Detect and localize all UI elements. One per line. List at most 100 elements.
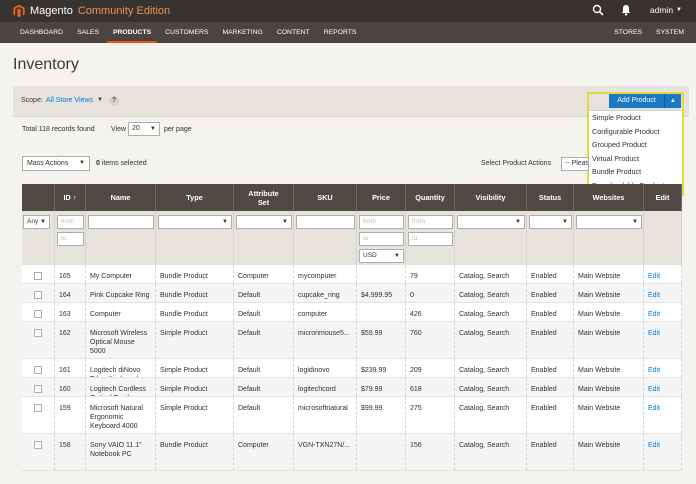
filter-set-cell: ▼ [234,211,294,265]
filter-type-select[interactable]: ▼ [158,215,232,229]
nav-customers[interactable]: CUSTOMERS [159,22,214,43]
col-id[interactable]: ID ↑ [55,184,86,211]
cell-id: 158 [55,434,86,470]
table-row[interactable]: 159 Microsoft Natural Ergonomic Keyboard … [22,397,682,434]
filter-currency-select[interactable]: USD ▼ [359,249,404,263]
col-name[interactable]: Name [86,184,156,211]
search-icon[interactable] [592,4,604,16]
per-page-select[interactable]: 20 ▼ [128,122,160,136]
mass-actions-select[interactable]: Mass Actions ▼ [22,156,90,171]
row-checkbox-cell [22,378,55,396]
col-websites[interactable]: Websites [574,184,644,211]
filter-id-from[interactable]: from [57,215,84,229]
table-row[interactable]: 160Logitech Cordless Optical TrackmanSim… [22,378,682,397]
arrow-up-icon: ↑ [72,193,77,202]
col-quantity[interactable]: Quantity [406,184,455,211]
add-simple-product[interactable]: Simple Product [589,111,682,125]
cell-attribute-set: Computer [234,265,294,283]
row-checkbox[interactable] [34,291,42,299]
filter-qty-to[interactable]: to [408,232,453,246]
filter-id-to[interactable]: to [57,232,84,246]
edit-link[interactable]: Edit [648,367,660,374]
filter-name-input[interactable] [88,215,154,229]
add-product-split-toggle[interactable]: ▲ [664,94,681,108]
notifications-bell-icon[interactable] [620,4,632,16]
chevron-down-icon[interactable]: ▼ [97,97,103,103]
add-grouped-product[interactable]: Grouped Product [589,138,682,152]
page-title: Inventory [13,56,79,73]
table-row[interactable]: 158 Sony VAIO 11.1" Notebook PC Bundle Pro… [22,434,682,471]
row-checkbox[interactable] [34,272,42,280]
col-visibility[interactable]: Visibility [455,184,527,211]
edit-link[interactable]: Edit [648,292,660,299]
col-attribute-set[interactable]: Attribute Set [234,184,294,211]
add-product-button[interactable]: Add Product [609,94,664,108]
row-checkbox[interactable] [34,329,42,337]
row-checkbox[interactable] [34,310,42,318]
filter-qty-cell: from to [406,211,455,265]
cell-price: $239.99 [357,359,406,377]
per-page-label: per page [164,126,192,133]
cell-price: $59.99 [357,322,406,358]
row-checkbox[interactable] [34,404,42,412]
cell-visibility: Catalog, Search [455,359,527,377]
edit-link[interactable]: Edit [648,386,660,393]
filter-any-select[interactable]: Any ▼ [23,215,50,229]
edit-link[interactable]: Edit [648,442,660,449]
col-sku[interactable]: SKU [294,184,357,211]
filter-price-to[interactable]: to [359,232,404,246]
add-bundle-product[interactable]: Bundle Product [589,165,682,179]
filter-set-select[interactable]: ▼ [236,215,292,229]
nav-stores[interactable]: STORES [608,22,648,43]
row-checkbox[interactable] [34,366,42,374]
product-actions-select[interactable]: -- Please Select -- [561,157,589,171]
table-row[interactable]: 162 Microsoft Wireless Optical Mouse 5000… [22,322,682,359]
table-row[interactable]: 161Logitech diNovo Edge KeyboardSimple P… [22,359,682,378]
nav-dashboard[interactable]: DASHBOARD [14,22,69,43]
row-checkbox[interactable] [34,385,42,393]
cell-attribute-set: Default [234,397,294,433]
filter-sku-input[interactable] [296,215,355,229]
scope-switcher[interactable]: All Store Views [46,97,93,104]
admin-user-menu[interactable]: admin ▼ [650,5,682,15]
nav-content[interactable]: CONTENT [271,22,316,43]
logo[interactable]: Magento Community Edition [12,4,170,18]
cell-edit: Edit [644,434,682,470]
nav-reports[interactable]: REPORTS [318,22,363,43]
table-row[interactable]: 165 My Computer Bundle Product Computer myco… [22,265,682,284]
nav-right: STORES SYSTEM [606,22,690,43]
col-price[interactable]: Price [357,184,406,211]
filter-qty-from[interactable]: from [408,215,453,229]
row-checkbox[interactable] [34,441,42,449]
table-row[interactable]: 163 Computer Bundle Product Default computer… [22,303,682,322]
col-type[interactable]: Type [156,184,234,211]
col-status[interactable]: Status [527,184,574,211]
edit-link[interactable]: Edit [648,330,660,337]
table-row[interactable]: 164 Pink Cupcake Ring Bundle Product Defaul… [22,284,682,303]
filter-status-select[interactable]: ▼ [529,215,572,229]
edit-link[interactable]: Edit [648,311,660,318]
cell-visibility: Catalog, Search [455,397,527,433]
cell-edit: Edit [644,303,682,321]
filter-price-from[interactable]: from [359,215,404,229]
grid-header: ID ↑ Name Type Attribute Set SKU Price Qu… [22,184,682,211]
nav-sales[interactable]: SALES [71,22,105,43]
chevron-down-icon: ▼ [79,160,85,166]
add-configurable-product[interactable]: Configurable Product [589,125,682,139]
chevron-down-icon: ▼ [150,126,156,132]
cell-websites: Main Website [574,397,644,433]
nav-marketing[interactable]: MARKETING [216,22,268,43]
nav-system[interactable]: SYSTEM [650,22,690,43]
add-virtual-product[interactable]: Virtual Product [589,152,682,166]
filter-websites-select[interactable]: ▼ [576,215,642,229]
edit-link[interactable]: Edit [648,405,660,412]
cell-visibility: Catalog, Search [455,284,527,302]
filter-visibility-select[interactable]: ▼ [457,215,525,229]
main-nav: DASHBOARD SALES PRODUCTS CUSTOMERS MARKE… [0,22,696,43]
help-icon[interactable]: ? [109,96,119,106]
cell-quantity: 156 [406,434,455,470]
cell-id: 162 [55,322,86,358]
edit-link[interactable]: Edit [648,273,660,280]
cell-websites: Main Website [574,303,644,321]
nav-products[interactable]: PRODUCTS [106,22,158,43]
